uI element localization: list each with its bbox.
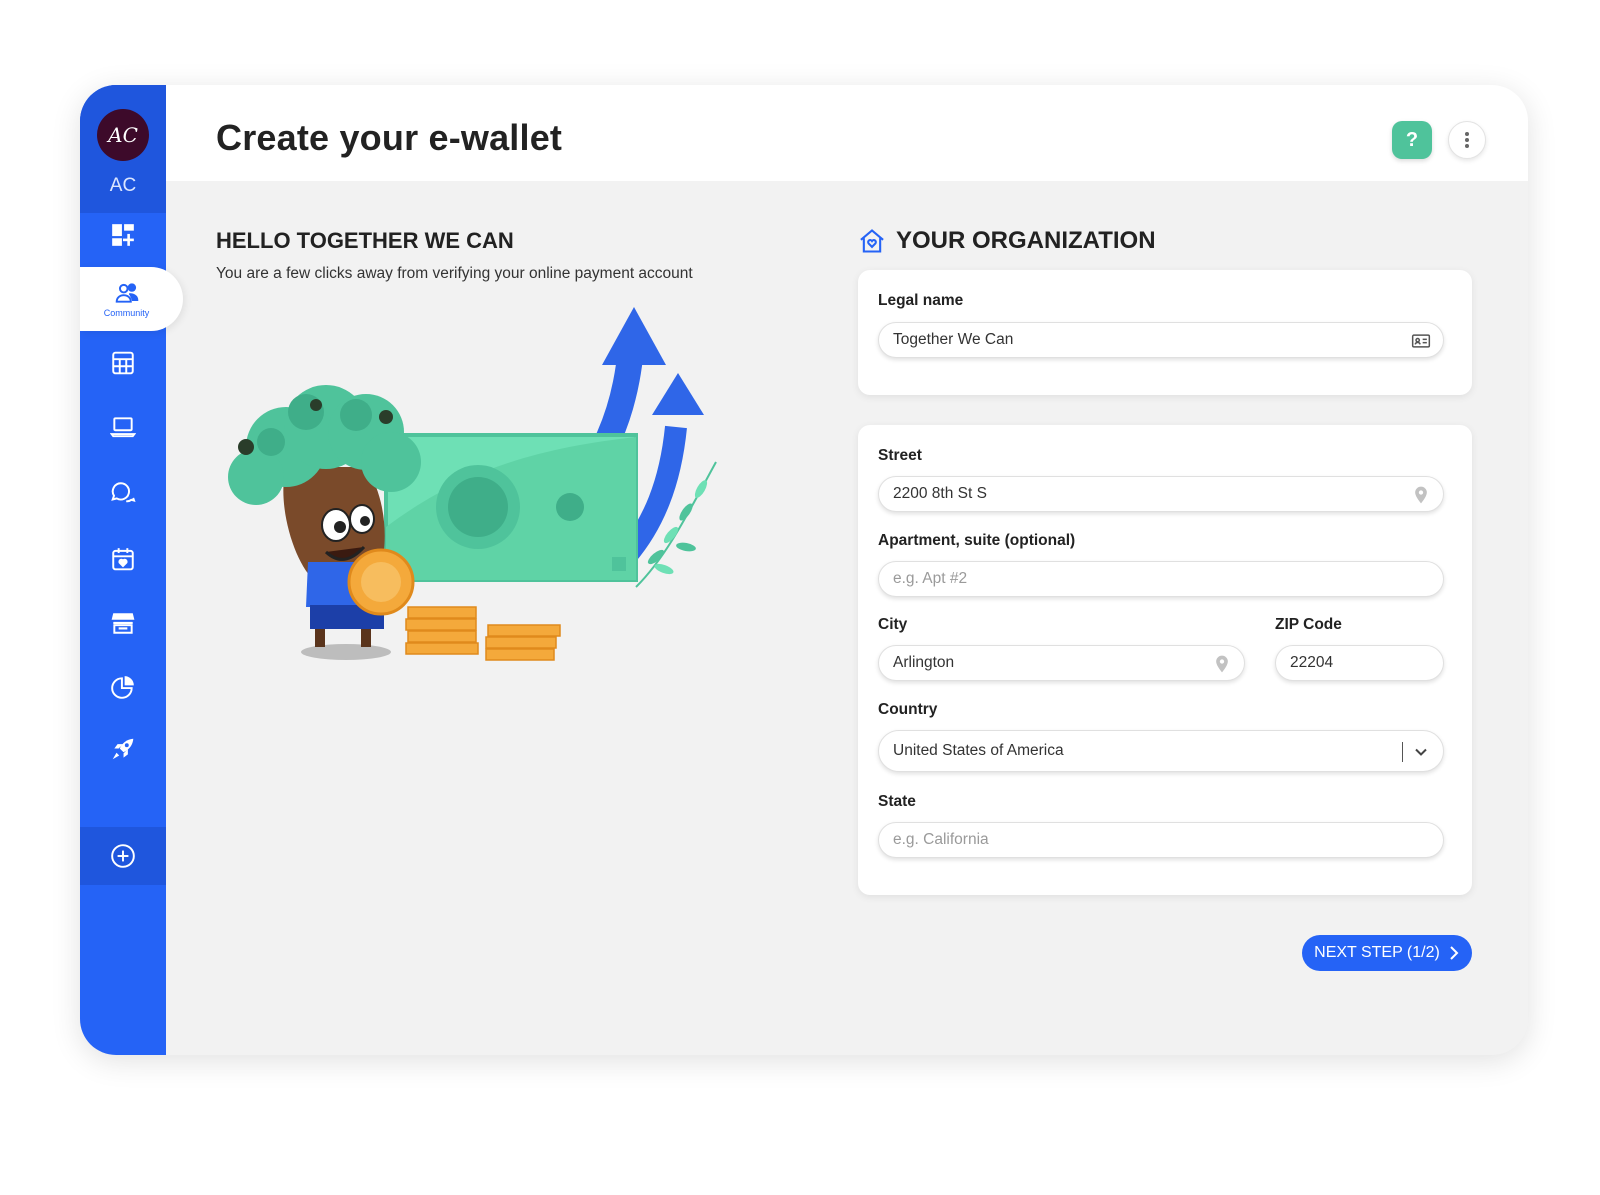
next-step-label: NEXT STEP (1/2) bbox=[1314, 944, 1440, 961]
sidebar-item-laptop[interactable] bbox=[80, 399, 166, 455]
page-title: Create your e-wallet bbox=[216, 117, 563, 158]
country-label: Country bbox=[878, 701, 938, 718]
sidebar-item-calculator[interactable] bbox=[80, 335, 166, 391]
apartment-label: Apartment, suite (optional) bbox=[878, 532, 1076, 549]
sidebar-profile: AC AC bbox=[80, 85, 166, 213]
legal-name-field[interactable] bbox=[878, 322, 1444, 358]
intro-title: HELLO TOGETHER WE CAN bbox=[216, 228, 514, 253]
state-label: State bbox=[878, 793, 916, 810]
country-selected-value: United States of America bbox=[893, 742, 1064, 759]
house-heart-icon bbox=[860, 229, 884, 253]
city-field[interactable] bbox=[878, 645, 1245, 681]
header: Create your e-wallet ? bbox=[166, 85, 1528, 181]
sidebar-item-chat[interactable] bbox=[80, 465, 166, 521]
intro-subtitle: You are a few clicks away from verifying… bbox=[216, 265, 693, 282]
chevron-right-icon bbox=[1450, 946, 1459, 960]
street-label: Street bbox=[878, 447, 922, 464]
legal-name-card: Legal name bbox=[858, 270, 1472, 395]
location-pin-icon bbox=[1216, 655, 1228, 673]
legal-name-input[interactable] bbox=[893, 331, 1429, 349]
laptop-icon bbox=[110, 417, 136, 438]
id-card-icon bbox=[1411, 334, 1431, 348]
pie-chart-icon bbox=[111, 676, 134, 699]
plus-circle-icon bbox=[111, 844, 135, 868]
sidebar-item-label: Community bbox=[103, 308, 150, 318]
street-input[interactable] bbox=[893, 485, 1429, 503]
organization-title-text: YOUR ORGANIZATION bbox=[896, 227, 1156, 254]
location-pin-icon bbox=[1415, 486, 1427, 504]
more-options-button[interactable] bbox=[1448, 121, 1486, 159]
avatar[interactable]: AC bbox=[97, 109, 149, 161]
sidebar: AC AC Community bbox=[80, 85, 183, 1055]
zip-input[interactable] bbox=[1290, 654, 1429, 672]
zip-label: ZIP Code bbox=[1275, 616, 1342, 633]
dashboard-add-icon bbox=[112, 224, 134, 246]
address-card: Street Apartment, suite (optional) City … bbox=[858, 425, 1472, 895]
community-icon bbox=[115, 283, 138, 303]
add-button[interactable] bbox=[80, 827, 166, 885]
city-input[interactable] bbox=[893, 654, 1230, 672]
state-input[interactable] bbox=[893, 831, 1429, 849]
sidebar-item-analytics[interactable] bbox=[80, 659, 166, 715]
country-select[interactable]: United States of America bbox=[878, 730, 1444, 772]
organization-title: YOUR ORGANIZATION bbox=[858, 227, 1156, 255]
calculator-icon bbox=[112, 351, 134, 375]
money-mascot-illustration bbox=[228, 307, 717, 661]
user-name: AC bbox=[109, 175, 137, 196]
sidebar-item-launch[interactable] bbox=[80, 721, 166, 777]
apartment-field[interactable] bbox=[878, 561, 1444, 597]
legal-name-label: Legal name bbox=[878, 292, 964, 309]
calendar-icon bbox=[112, 548, 134, 571]
store-icon bbox=[111, 613, 135, 634]
chevron-down-icon[interactable] bbox=[1411, 742, 1431, 762]
app-window: AC AC Community Create your e-wallet ? H… bbox=[80, 85, 1528, 1055]
street-field[interactable] bbox=[878, 476, 1444, 512]
more-vertical-icon bbox=[1465, 132, 1469, 148]
zip-field[interactable] bbox=[1275, 645, 1444, 681]
rocket-icon bbox=[112, 738, 134, 760]
sidebar-item-dashboard[interactable] bbox=[80, 207, 166, 263]
apartment-input[interactable] bbox=[893, 570, 1429, 588]
city-label: City bbox=[878, 616, 908, 633]
help-button[interactable]: ? bbox=[1392, 121, 1432, 159]
sidebar-item-calendar[interactable] bbox=[80, 531, 166, 587]
state-field[interactable] bbox=[878, 822, 1444, 858]
next-step-button[interactable]: NEXT STEP (1/2) bbox=[1302, 935, 1472, 971]
select-divider bbox=[1402, 742, 1403, 762]
chat-icon bbox=[111, 482, 136, 503]
sidebar-item-community[interactable]: Community bbox=[80, 267, 183, 331]
sidebar-item-store[interactable] bbox=[80, 595, 166, 651]
